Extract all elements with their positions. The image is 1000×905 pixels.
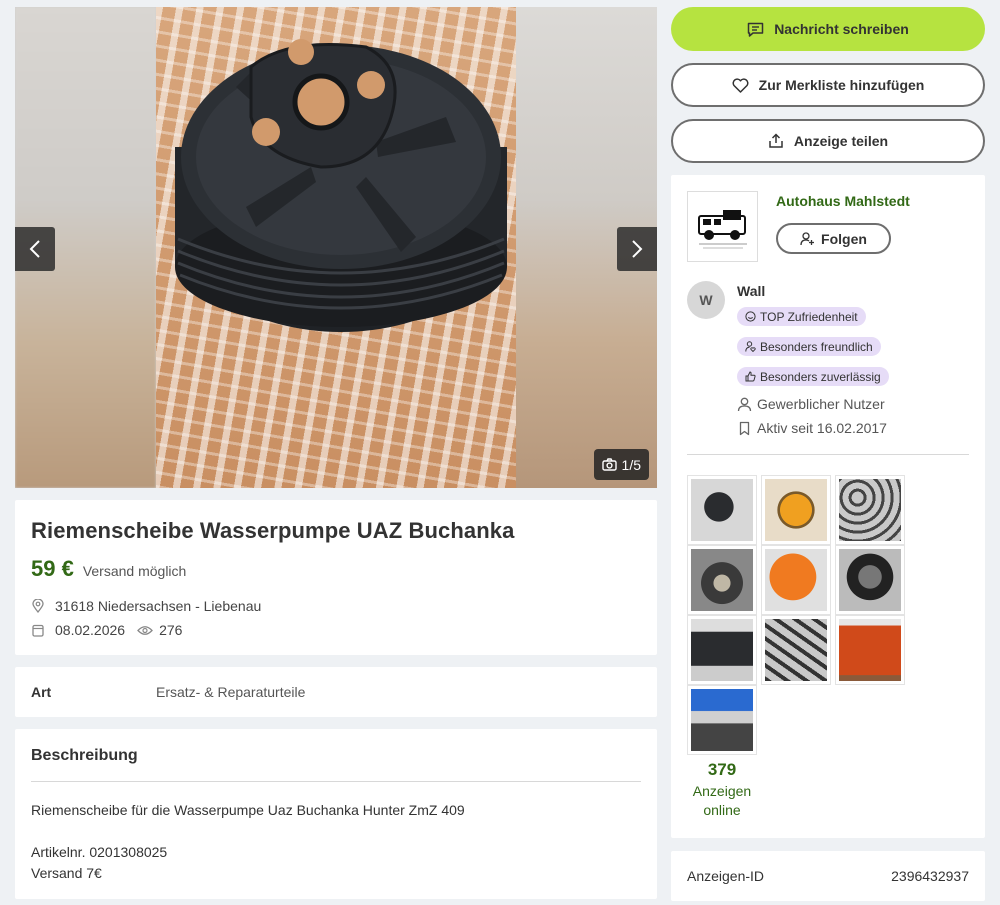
seller-card: Autohaus Mahlstedt Folgen W Wall TOP Zuf… — [671, 175, 985, 838]
description-line: Artikelnr. 0201308025 — [31, 844, 168, 860]
gallery-next-button[interactable] — [617, 227, 657, 271]
seller-ads-count[interactable]: 379 Anzeigen online — [687, 760, 757, 820]
seller-ad-thumbnail[interactable] — [761, 615, 831, 685]
seller-ad-thumbnail[interactable] — [761, 545, 831, 615]
heart-icon — [732, 77, 749, 93]
seller-ad-thumbnail[interactable] — [835, 545, 905, 615]
smiley-icon — [745, 311, 756, 322]
chevron-left-icon — [29, 240, 40, 258]
message-icon — [747, 22, 764, 37]
avatar: W — [687, 281, 725, 319]
send-message-button[interactable]: Nachricht schreiben — [671, 7, 985, 51]
add-to-watchlist-label: Zur Merkliste hinzufügen — [758, 77, 925, 93]
listing-title: Riemenscheibe Wasserpumpe UAZ Buchanka — [31, 518, 515, 543]
share-ad-label: Anzeige teilen — [793, 133, 889, 149]
ads-count-label: Anzeigen — [692, 783, 752, 799]
ad-id-card: Anzeigen-ID 2396432937 — [671, 851, 985, 901]
chevron-right-icon — [632, 240, 643, 258]
follow-button[interactable]: Folgen — [776, 223, 891, 254]
shop-logo[interactable] — [687, 191, 758, 262]
seller-ad-thumbnail[interactable] — [687, 615, 757, 685]
listing-summary: Riemenscheibe Wasserpumpe UAZ Buchanka 5… — [15, 500, 657, 655]
description-text: Riemenscheibe für die Wasserpumpe Uaz Bu… — [31, 800, 641, 884]
seller-ad-thumbnail[interactable] — [687, 685, 757, 755]
badge-top-satisfaction: TOP Zufriedenheit — [737, 307, 866, 326]
date-views-row: 08.02.2026 276 — [31, 622, 641, 638]
product-photo[interactable] — [156, 7, 516, 488]
description-card: Beschreibung Riemenscheibe für die Wasse… — [15, 729, 657, 899]
description-line: Versand 7€ — [31, 865, 102, 881]
seller-ad-thumbnail[interactable] — [835, 475, 905, 545]
user-icon — [737, 397, 752, 411]
share-ad-button[interactable]: Anzeige teilen — [671, 119, 985, 163]
share-icon — [769, 133, 783, 148]
badge-label: TOP Zufriedenheit — [760, 309, 858, 324]
image-counter: 1/5 — [593, 449, 649, 480]
seller-ad-thumbnail[interactable] — [687, 475, 757, 545]
attribute-value: Ersatz- & Reparaturteile — [156, 684, 306, 700]
description-heading: Beschreibung — [31, 747, 641, 782]
person-heart-icon — [745, 341, 756, 352]
ad-id-value: 2396432937 — [891, 868, 969, 884]
shipping-info: Versand möglich — [82, 563, 187, 579]
gallery-prev-button[interactable] — [15, 227, 55, 271]
active-since: Aktiv seit 16.02.2017 — [757, 420, 887, 436]
badge-friendly: Besonders freundlich — [737, 337, 881, 356]
bookmark-icon — [739, 421, 750, 435]
listing-price: 59 € — [31, 556, 74, 581]
badge-reliable: Besonders zuverlässig — [737, 367, 889, 386]
camera-icon — [601, 458, 617, 471]
image-gallery[interactable]: 1/5 — [15, 7, 657, 488]
send-message-label: Nachricht schreiben — [774, 21, 909, 37]
add-to-watchlist-button[interactable]: Zur Merkliste hinzufügen — [671, 63, 985, 107]
ad-id-label: Anzeigen-ID — [687, 868, 765, 884]
seller-ad-thumbnail[interactable] — [687, 545, 757, 615]
badge-label: Besonders zuverlässig — [760, 369, 881, 384]
ads-count-label: online — [703, 802, 741, 818]
active-since-row: Aktiv seit 16.02.2017 — [737, 420, 889, 436]
follow-label: Folgen — [821, 230, 867, 247]
attributes-card: Art Ersatz- & Reparaturteile — [15, 667, 657, 717]
badge-label: Besonders freundlich — [760, 339, 873, 354]
seller-type: Gewerblicher Nutzer — [757, 396, 885, 412]
seller-ad-thumbnail[interactable] — [761, 475, 831, 545]
location-row: 31618 Niedersachsen - Liebenau — [31, 598, 641, 614]
divider — [687, 454, 969, 455]
thumbs-up-icon — [745, 371, 756, 382]
listing-date: 08.02.2026 — [55, 622, 126, 638]
seller-type-row: Gewerblicher Nutzer — [737, 396, 889, 412]
eye-icon — [137, 623, 153, 637]
listing-location[interactable]: 31618 Niedersachsen - Liebenau — [55, 598, 261, 614]
seller-ads-grid — [687, 475, 969, 755]
follow-user-icon — [800, 231, 815, 245]
view-count: 276 — [159, 622, 183, 638]
location-pin-icon — [31, 599, 45, 613]
calendar-icon — [31, 623, 45, 637]
shop-name-link[interactable]: Autohaus Mahlstedt — [776, 193, 910, 209]
ads-count-number: 379 — [707, 760, 737, 779]
image-counter-text: 1/5 — [621, 456, 641, 473]
description-line: Riemenscheibe für die Wasserpumpe Uaz Bu… — [31, 802, 465, 818]
user-name-link[interactable]: Wall — [737, 283, 889, 299]
seller-ad-thumbnail[interactable] — [835, 615, 905, 685]
attribute-key: Art — [31, 684, 52, 700]
